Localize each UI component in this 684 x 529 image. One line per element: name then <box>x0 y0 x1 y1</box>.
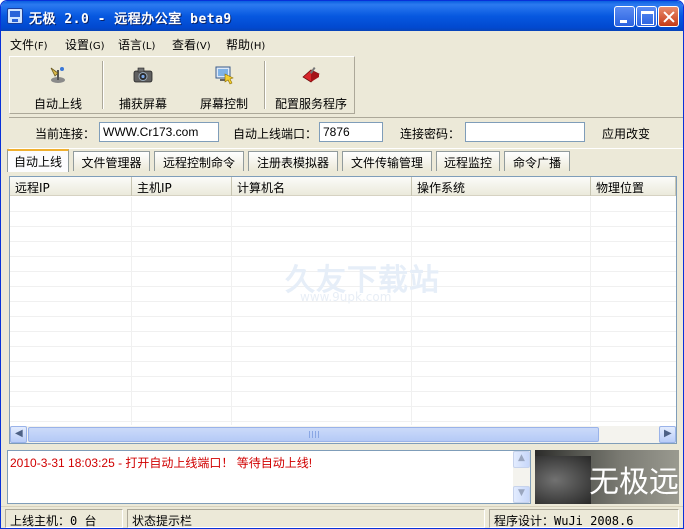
menu-file[interactable]: 文件(F) <box>10 36 48 53</box>
column-host-ip[interactable]: 主机IP <box>132 177 232 196</box>
minimize-button[interactable] <box>614 6 635 27</box>
scroll-down-button[interactable]: ▼ <box>513 486 530 503</box>
tab-registry-emulator[interactable]: 注册表模拟器 <box>248 151 338 171</box>
chevron-up-icon: ▲ <box>518 453 525 463</box>
watermark-url: www.9upk.com <box>300 290 392 304</box>
title-bar[interactable]: 无极 2.0 - 远程办公室 beta9 <box>1 1 683 31</box>
configure-server-label: 配置服务程序 <box>274 97 347 111</box>
password-label: 连接密码： <box>400 127 461 141</box>
horizontal-scrollbar[interactable]: ◀ ▶ <box>10 426 676 443</box>
apply-changes-button[interactable]: 应用改变 <box>602 125 650 142</box>
menu-bar: 文件(F) 设置(G) 语言(L) 查看(V) 帮助(H) <box>5 32 681 54</box>
online-hosts-count: 上线主机：0 台 <box>5 509 123 528</box>
connection-bar: 当前连接： WWW.Cr173.com 自动上线端口： 7876 连接密码： 应… <box>9 117 683 149</box>
toolbar-separator <box>264 61 266 109</box>
configure-server-button[interactable]: 配置服务程序 <box>268 59 354 111</box>
scroll-left-button[interactable]: ◀ <box>10 426 27 443</box>
auto-online-label: 自动上线 <box>33 97 82 111</box>
remote-screen-icon <box>215 66 234 85</box>
screen-control-label: 屏幕控制 <box>199 97 248 111</box>
chevron-left-icon: ◀ <box>15 428 23 439</box>
current-connection-field[interactable]: WWW.Cr173.com <box>99 122 219 142</box>
app-icon <box>7 8 23 24</box>
satellite-icon <box>50 67 65 83</box>
tab-command-broadcast[interactable]: 命令广播 <box>504 151 570 171</box>
scroll-right-button[interactable]: ▶ <box>659 426 676 443</box>
list-body: 久友下载站 www.9upk.com <box>10 197 676 425</box>
tab-remote-monitor[interactable]: 远程监控 <box>436 151 500 171</box>
tab-file-manager[interactable]: 文件管理器 <box>73 151 150 171</box>
brand-banner: 无极远 <box>535 450 679 504</box>
status-hint: 状态提示栏 <box>127 509 485 528</box>
toolbar-separator <box>102 61 104 109</box>
tab-file-transfer[interactable]: 文件传输管理 <box>342 151 432 171</box>
grip-icon <box>309 431 319 438</box>
auto-online-port-label: 自动上线端口： <box>233 127 318 141</box>
window-title: 无极 2.0 - 远程办公室 beta9 <box>29 12 232 27</box>
chevron-right-icon: ▶ <box>664 428 672 439</box>
password-field[interactable] <box>465 122 585 142</box>
menu-help[interactable]: 帮助(H) <box>226 36 265 53</box>
scroll-thumb[interactable] <box>28 427 599 442</box>
app-window: 无极 2.0 - 远程办公室 beta9 文件(F) 设置(G) 语言(L) 查… <box>0 0 684 529</box>
column-computer-name[interactable]: 计算机名 <box>232 177 412 196</box>
list-header: 远程IP 主机IP 计算机名 操作系统 物理位置 <box>10 177 676 196</box>
toolbar: 自动上线 捕获屏幕 屏幕控制 配置服务程序 <box>9 56 355 114</box>
scroll-up-button[interactable]: ▲ <box>513 451 530 468</box>
column-os[interactable]: 操作系统 <box>412 177 591 196</box>
menu-settings[interactable]: 设置(G) <box>65 36 105 53</box>
screen-control-button[interactable]: 屏幕控制 <box>186 59 262 111</box>
banner-artwork <box>535 456 591 504</box>
close-button[interactable] <box>658 6 679 27</box>
column-location[interactable]: 物理位置 <box>591 177 676 196</box>
banner-text: 无极远 <box>589 465 679 500</box>
menu-language[interactable]: 语言(L) <box>118 36 155 53</box>
capture-screen-label: 捕获屏幕 <box>118 97 167 111</box>
log-line: 2010-3-31 18:03:25 - 打开自动上线端口！ 等待自动上线! <box>10 456 313 470</box>
configure-icon <box>302 66 320 83</box>
auto-online-button[interactable]: 自动上线 <box>14 59 102 111</box>
tab-strip: 自动上线 文件管理器 远程控制命令 注册表模拟器 文件传输管理 远程监控 命令广… <box>7 149 683 172</box>
log-panel[interactable]: 2010-3-31 18:03:25 - 打开自动上线端口！ 等待自动上线! ▲… <box>7 450 531 504</box>
tab-auto-online[interactable]: 自动上线 <box>7 149 69 172</box>
host-list[interactable]: 远程IP 主机IP 计算机名 操作系统 物理位置 久友下载站 www.9upk.… <box>9 176 677 444</box>
menu-view[interactable]: 查看(V) <box>172 36 211 53</box>
auto-online-port-field[interactable]: 7876 <box>319 122 383 142</box>
chevron-down-icon: ▼ <box>518 488 525 498</box>
maximize-button[interactable] <box>636 6 657 27</box>
camera-icon <box>133 67 153 83</box>
capture-screen-button[interactable]: 捕获屏幕 <box>106 59 180 111</box>
column-remote-ip[interactable]: 远程IP <box>10 177 132 196</box>
vertical-scrollbar[interactable]: ▲ ▼ <box>513 451 530 503</box>
status-bar: 上线主机：0 台 状态提示栏 程序设计：WuJi 2008.6 <box>1 506 683 528</box>
program-credit: 程序设计：WuJi 2008.6 <box>489 509 679 528</box>
current-connection-label: 当前连接： <box>35 127 96 141</box>
tab-remote-commands[interactable]: 远程控制命令 <box>154 151 244 171</box>
